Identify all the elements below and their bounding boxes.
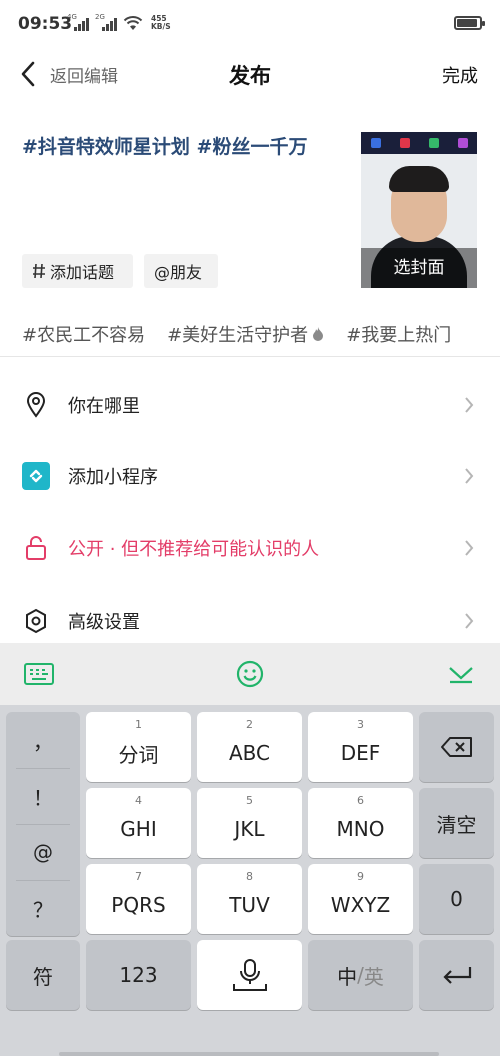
- header: 返回编辑 发布 完成: [0, 48, 500, 100]
- key-6[interactable]: 6 MNO: [308, 788, 413, 858]
- backspace-icon: [440, 737, 472, 757]
- add-topic-button[interactable]: 添加话题: [22, 254, 133, 288]
- hashtag-suggestion[interactable]: #我要上热门: [346, 318, 451, 350]
- home-indicator: [59, 1052, 439, 1056]
- keyboard-switch-icon[interactable]: [24, 663, 54, 689]
- divider: [0, 356, 500, 357]
- net-speed: 455 KB/S: [151, 14, 171, 31]
- symbol-column: ， ！ @ ？: [6, 712, 80, 936]
- symbol-key[interactable]: ！: [6, 768, 80, 824]
- clear-key[interactable]: 清空: [419, 788, 494, 858]
- hashtag-suggestion[interactable]: #农民工不容易: [22, 318, 145, 350]
- voice-input-key[interactable]: [197, 940, 302, 1010]
- enter-key[interactable]: [419, 940, 494, 1010]
- keyboard: ， ！ @ ？ 1 分词 2 ABC 3 DEF 4 GHI 5 JKL 6 M…: [0, 705, 500, 1056]
- chevron-right-icon: [465, 397, 474, 413]
- wifi-icon: [123, 16, 143, 30]
- person-hair-shape: [389, 166, 449, 192]
- status-bar: 09:53 4G 2G 455 KB/S: [0, 0, 500, 48]
- mention-friend-label: @朋友: [154, 263, 203, 282]
- key-5[interactable]: 5 JKL: [197, 788, 302, 858]
- select-cover-label: 选封面: [361, 248, 477, 288]
- status-time: 09:53: [18, 14, 73, 34]
- mini-program-row[interactable]: 添加小程序: [0, 441, 500, 511]
- done-button[interactable]: 完成: [442, 62, 478, 88]
- key-3[interactable]: 3 DEF: [308, 712, 413, 782]
- key-4[interactable]: 4 GHI: [86, 788, 191, 858]
- chevron-right-icon: [465, 613, 474, 629]
- key-1[interactable]: 1 分词: [86, 712, 191, 782]
- hash-icon: [33, 263, 45, 279]
- chevron-right-icon: [465, 468, 474, 484]
- key-8[interactable]: 8 TUV: [197, 864, 302, 934]
- hashtag-suggestions: #农民工不容易 #美好生活守护者 #我要上热门: [22, 318, 500, 350]
- location-row[interactable]: 你在哪里: [0, 370, 500, 440]
- collapse-keyboard-icon[interactable]: [448, 666, 474, 688]
- caption-text[interactable]: #抖音特效师星计划 #粉丝一千万: [22, 132, 342, 162]
- key-2[interactable]: 2 ABC: [197, 712, 302, 782]
- enter-icon: [442, 967, 471, 984]
- backspace-key[interactable]: [419, 712, 494, 782]
- zero-key[interactable]: 0: [419, 864, 494, 934]
- hexagon-settings-icon: [22, 607, 50, 635]
- cover-thumbnail[interactable]: 选封面: [361, 132, 477, 288]
- location-label: 你在哪里: [68, 396, 140, 417]
- mention-friend-button[interactable]: @朋友: [144, 254, 218, 288]
- battery-icon: [454, 16, 485, 30]
- fire-icon: [313, 327, 324, 341]
- location-pin-icon: [22, 391, 50, 419]
- mini-program-icon: [22, 462, 50, 490]
- language-switch-key[interactable]: 中 / 英: [308, 940, 413, 1010]
- key-9[interactable]: 9 WXYZ: [308, 864, 413, 934]
- hashtag-suggestion[interactable]: #美好生活守护者: [167, 318, 324, 350]
- status-indicators: 4G 2G 455 KB/S: [67, 13, 171, 31]
- signal-4g-icon: 4G: [67, 13, 89, 31]
- mini-program-label: 添加小程序: [68, 467, 158, 488]
- emoji-icon[interactable]: [236, 660, 264, 692]
- privacy-label: 公开 · 但不推荐给可能认识的人: [68, 539, 320, 560]
- keyboard-toolbar: [0, 643, 500, 705]
- chevron-right-icon: [465, 540, 474, 556]
- symbol-key[interactable]: ，: [6, 712, 80, 768]
- unlock-icon: [22, 534, 50, 562]
- key-7[interactable]: 7 PQRS: [86, 864, 191, 934]
- privacy-row[interactable]: 公开 · 但不推荐给可能认识的人: [0, 513, 500, 583]
- symbol-switch-key[interactable]: 符: [6, 940, 80, 1010]
- advanced-settings-label: 高级设置: [68, 612, 140, 633]
- microphone-icon: [232, 959, 267, 991]
- symbol-key[interactable]: ？: [6, 880, 80, 936]
- numeric-switch-key[interactable]: 123: [86, 940, 191, 1010]
- add-topic-label: 添加话题: [50, 263, 115, 282]
- cover-preview-toolbar: [361, 132, 477, 154]
- symbol-key[interactable]: @: [6, 824, 80, 880]
- signal-2g-icon: 2G: [95, 13, 117, 31]
- page-title: 发布: [229, 64, 271, 88]
- battery-level: [457, 19, 478, 27]
